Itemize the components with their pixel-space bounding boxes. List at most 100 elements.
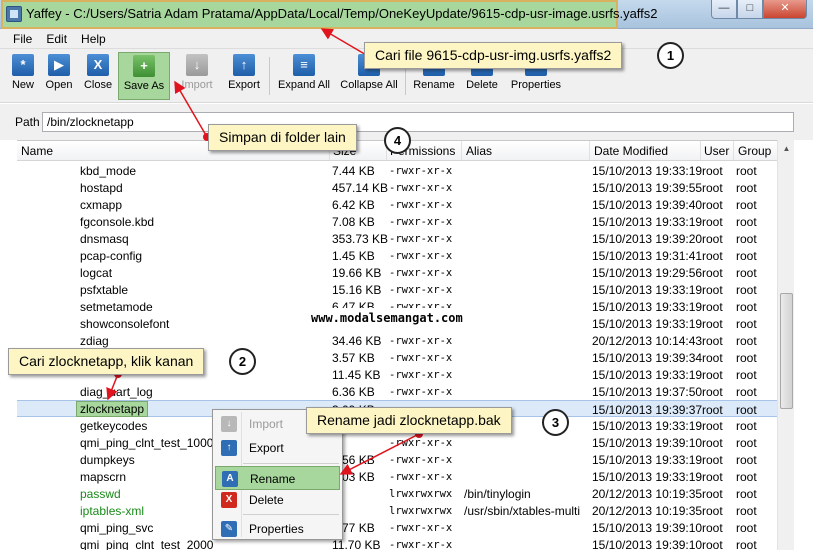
vertical-scrollbar[interactable]: ▲ [777, 140, 794, 550]
import-button[interactable]: ↓ Import [176, 52, 218, 100]
cell-name: hostapd [80, 181, 123, 195]
cell-size: 7.44 KB [332, 164, 375, 178]
title-bar: Yaffey - C:/Users/Satria Adam Pratama/Ap… [0, 0, 813, 29]
export-button[interactable]: ↑ Export [224, 52, 264, 100]
cell-name: psfxtable [80, 283, 129, 297]
cell-size: 6.36 KB [332, 385, 375, 399]
cell-date: 15/10/2013 19:33:19 [592, 470, 703, 484]
cell-user: root [702, 487, 723, 501]
cell-perm: -rwxr-xr-x [389, 182, 453, 194]
ctx-delete[interactable]: X Delete [215, 488, 340, 512]
window-controls: — □ ✕ [711, 0, 807, 20]
save-as-button[interactable]: + Save As [118, 52, 170, 100]
minimize-button[interactable]: — [711, 0, 737, 19]
path-label: Path [15, 115, 40, 129]
close-window-button[interactable]: ✕ [763, 0, 807, 19]
table-row[interactable]: pcap-config 1.45 KB -rwxr-xr-x 15/10/2013 1… [17, 247, 777, 264]
save-as-icon: + [133, 55, 155, 77]
cell-date: 15/10/2013 19:37:50 [592, 385, 703, 399]
menu-separator [243, 463, 339, 464]
cell-name: mapscrn [80, 470, 127, 484]
cell-user: root [702, 453, 723, 467]
maximize-button[interactable]: □ [737, 0, 763, 19]
cell-perm: lrwxrwxrwx [389, 488, 453, 500]
scroll-up-arrow[interactable]: ▲ [778, 140, 795, 157]
cell-group: root [736, 317, 757, 331]
scroll-thumb[interactable] [780, 293, 793, 409]
menu-edit[interactable]: Edit [39, 29, 74, 48]
table-row[interactable]: fgconsole.kbd 7.08 KB -rwxr-xr-x 15/10/2013… [17, 213, 777, 230]
table-row[interactable]: kbd_mode 7.44 KB -rwxr-xr-x 15/10/2013 19:3… [17, 162, 777, 179]
cell-date: 15/10/2013 19:39:10 [592, 538, 703, 550]
cell-group: root [736, 232, 757, 246]
table-row[interactable]: dumpkeys 4.56 KB -rwxr-xr-x 15/10/2013 19:3… [17, 451, 777, 468]
column-divider [589, 141, 590, 160]
cell-group: root [736, 470, 757, 484]
step-number-4: 4 [384, 127, 411, 154]
window-title: Yaffey - C:/Users/Satria Adam Pratama/Ap… [26, 6, 658, 21]
table-row[interactable]: passwd lrwxrwxrwx/bin/tinylogin 20/12/2013… [17, 485, 777, 502]
cell-date: 15/10/2013 19:39:20 [592, 232, 703, 246]
cell-name: diag_uart_log [80, 385, 153, 399]
col-user[interactable]: User [704, 144, 729, 158]
cell-perm: -rwxr-xr-x [389, 165, 453, 177]
import-icon: ↓ [221, 416, 237, 432]
ctx-import-label: Import [249, 417, 284, 431]
close-button[interactable]: X Close [80, 52, 116, 100]
table-row[interactable]: mapscrn 4.03 KB -rwxr-xr-x 15/10/2013 19:33… [17, 468, 777, 485]
callout-4: Simpan di folder lain [208, 124, 357, 151]
col-name[interactable]: Name [21, 144, 53, 158]
menu-file[interactable]: File [6, 29, 39, 48]
cell-date: 15/10/2013 19:33:19 [592, 317, 703, 331]
table-row[interactable]: iptables-xml lrwxrwxrwx/usr/sbin/xtables-… [17, 502, 777, 519]
cell-size: 6.42 KB [332, 198, 375, 212]
expand-all-button[interactable]: ≡ Expand All [276, 52, 332, 100]
toolbar-separator [269, 57, 270, 95]
cell-name: qmi_ping_svc [80, 521, 154, 535]
import-icon: ↓ [186, 54, 208, 76]
open-button[interactable]: ▶ Open [42, 52, 76, 100]
table-row[interactable]: dnsmasq 353.73 KB -rwxr-xr-x 15/10/2013 19:… [17, 230, 777, 247]
cell-size: 353.73 KB [332, 232, 389, 246]
callout-1: Cari file 9615-cdp-usr-img.usrfs.yaffs2 [364, 42, 623, 69]
cell-name: dumpkeys [80, 453, 135, 467]
ctx-rename[interactable]: A Rename [215, 466, 340, 490]
cell-group: root [736, 453, 757, 467]
table-row[interactable]: hostapd 457.14 KB -rwxr-xr-x 15/10/2013 19:… [17, 179, 777, 196]
cell-name: kbd_mode [80, 164, 137, 178]
table-row[interactable]: cxmapp 6.42 KB -rwxr-xr-x 15/10/2013 19:39:… [17, 196, 777, 213]
path-input[interactable] [42, 112, 794, 132]
col-group[interactable]: Group [738, 144, 771, 158]
cell-date: 15/10/2013 19:39:10 [592, 436, 703, 450]
menu-separator [243, 514, 339, 515]
cell-date: 15/10/2013 19:39:34 [592, 351, 703, 365]
col-date[interactable]: Date Modified [594, 144, 668, 158]
table-row[interactable]: qmi_ping_clnt_test_1000 -rwxr-xr-x 15/10/2… [17, 434, 777, 451]
ctx-export[interactable]: ↑ Export [215, 436, 340, 460]
cell-date: 15/10/2013 19:39:37 [592, 403, 703, 417]
callout-2: Cari zlocknetapp, klik kanan [8, 348, 205, 375]
cell-user: root [702, 215, 723, 229]
ctx-rename-label: Rename [250, 472, 296, 486]
cell-group: root [736, 351, 757, 365]
cell-date: 15/10/2013 19:33:19 [592, 453, 703, 467]
table-row[interactable]: zdiag 34.46 KB -rwxr-xr-x 20/12/2013 10:14:… [17, 332, 777, 349]
app-icon [6, 6, 22, 22]
cell-size: 15.16 KB [332, 283, 382, 297]
cell-name: qmi_ping_clnt_test_1000 [80, 436, 214, 450]
cell-user: root [702, 521, 723, 535]
table-row[interactable]: diag_uart_log 6.36 KB -rwxr-xr-x 15/10/2013… [17, 383, 777, 400]
table-row[interactable]: qmi_ping_clnt_test_2000 11.70 KB -rwxr-xr-… [17, 536, 777, 550]
menu-help[interactable]: Help [74, 29, 113, 48]
table-row[interactable]: psfxtable 15.16 KB -rwxr-xr-x 15/10/2013 19… [17, 281, 777, 298]
export-icon: ↑ [233, 54, 255, 76]
cell-perm: -rwxr-xr-x [389, 284, 453, 296]
cell-perm: -rwxr-xr-x [389, 267, 453, 279]
cell-size: 11.45 KB [332, 368, 381, 382]
cell-date: 15/10/2013 19:33:19 [592, 215, 703, 229]
table-row[interactable]: logcat 19.66 KB -rwxr-xr-x 15/10/2013 19:29… [17, 264, 777, 281]
ctx-properties[interactable]: ✎ Properties [215, 517, 340, 541]
col-alias[interactable]: Alias [466, 144, 492, 158]
new-button[interactable]: * New [6, 52, 40, 100]
table-row[interactable]: qmi_ping_svc 4.77 KB -rwxr-xr-x 15/10/2013 … [17, 519, 777, 536]
